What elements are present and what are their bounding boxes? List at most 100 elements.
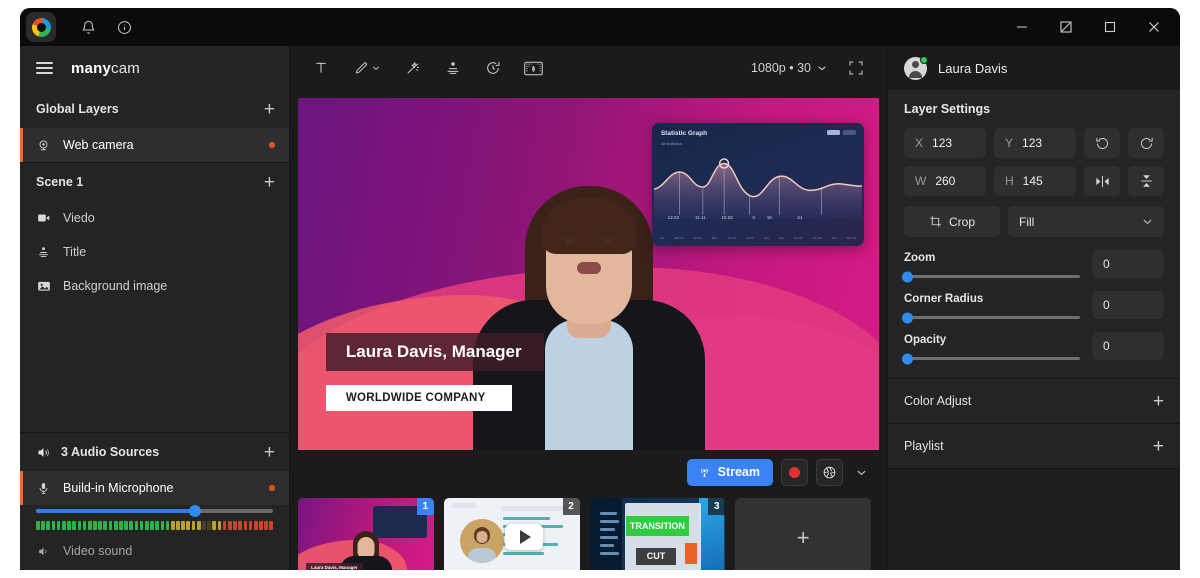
stream-button[interactable]: Stream (686, 458, 773, 486)
audio-source-label: Video sound (63, 544, 133, 558)
avatar[interactable] (904, 55, 928, 80)
fit-mode-value: Fill (1019, 214, 1035, 229)
crop-icon (930, 216, 941, 227)
h-label: H (1005, 174, 1014, 188)
add-scene-layer-button[interactable]: + (264, 173, 275, 192)
add-global-layer-button[interactable]: + (264, 100, 275, 119)
close-icon[interactable] (1132, 8, 1176, 46)
zoom-control: Zoom 0 (888, 237, 1180, 282)
maximize-icon[interactable] (1088, 8, 1132, 46)
graph-footer-label: May (711, 235, 718, 240)
corner-radius-label: Corner Radius (904, 293, 984, 305)
graph-x-label: 21 (797, 214, 803, 220)
brand-bold: many (71, 59, 111, 77)
title-icon (36, 246, 51, 259)
sidebar-item-title[interactable]: Title (20, 235, 289, 269)
fullscreen-icon[interactable] (839, 53, 873, 83)
width-input[interactable]: W 260 (904, 166, 986, 196)
chevron-down-icon (373, 66, 379, 70)
sidebar-item-background-image[interactable]: Background image (20, 269, 289, 303)
layers-sidebar: Global Layers + Web camera Scene 1 + Vie… (20, 90, 290, 570)
lower-third-tool-icon[interactable] (436, 53, 470, 83)
rotate-left-icon[interactable] (1084, 128, 1120, 158)
add-audio-source-button[interactable]: + (264, 443, 275, 462)
webcam-icon (36, 139, 51, 152)
play-icon (504, 523, 543, 550)
video-preview[interactable]: Statistic Graph All statistics 12.02 11.… (298, 98, 879, 450)
height-input[interactable]: H 145 (994, 166, 1076, 196)
graph-line-chart (653, 157, 862, 219)
add-playlist-button[interactable]: + (1153, 437, 1164, 456)
x-position-input[interactable]: X 123 (904, 128, 986, 158)
opacity-value-input[interactable]: 0 (1092, 332, 1164, 360)
brand-light: cam (111, 59, 140, 77)
scene-thumb-1[interactable]: Laura Davis, Manager 1 (298, 498, 434, 570)
effects-wand-icon[interactable] (396, 53, 430, 83)
opacity-slider[interactable] (902, 353, 1080, 364)
graph-footer-label: Jan (659, 235, 665, 240)
scene-header: Scene 1 + (20, 163, 289, 201)
chroma-key-tool-icon[interactable] (516, 53, 550, 83)
graph-x-label: 12.02 (667, 214, 680, 220)
audio-status-dot (269, 485, 275, 491)
minimize-icon[interactable] (1000, 8, 1044, 46)
audio-source-microphone[interactable]: Build-in Microphone (20, 471, 289, 505)
sidebar-item-video[interactable]: Viedo (20, 201, 289, 235)
opacity-control: Opacity 0 (888, 319, 1180, 364)
text-tool-icon[interactable] (304, 53, 338, 83)
preview-area: Statistic Graph All statistics 12.02 11.… (290, 90, 887, 570)
sidebar-item-label: Web camera (63, 138, 134, 152)
flip-vertical-icon[interactable] (1128, 166, 1164, 196)
corner-radius-slider[interactable] (902, 312, 1080, 323)
graph-x-label: 0 (752, 214, 755, 220)
audio-source-video-sound[interactable]: Video sound (20, 534, 289, 568)
color-adjust-label: Color Adjust (904, 394, 972, 408)
zoom-value-input[interactable]: 0 (1092, 250, 1164, 278)
speaker-icon (36, 445, 51, 460)
bell-icon[interactable] (70, 8, 106, 46)
scene-thumb-2[interactable]: 2 (443, 498, 580, 570)
lower-third-name: Laura Davis, Manager (325, 332, 544, 371)
add-scene-button[interactable]: + (735, 498, 871, 570)
playlist-section[interactable]: Playlist + (888, 424, 1180, 468)
rotate-right-icon[interactable] (1128, 128, 1164, 158)
fit-mode-select[interactable]: Fill (1008, 206, 1164, 237)
graph-footer-label: Aug (763, 235, 769, 240)
statistic-graph-overlay[interactable]: Statistic Graph All statistics 12.02 11.… (651, 122, 864, 246)
add-color-adjust-button[interactable]: + (1153, 392, 1164, 411)
graph-footer-label: Jul 01 (745, 235, 754, 240)
record-button[interactable] (781, 458, 808, 486)
w-value: 260 (935, 174, 956, 188)
stream-options-chevron-down-icon[interactable] (851, 459, 871, 486)
microphone-volume-slider[interactable] (20, 505, 289, 517)
stream-controls: Stream (290, 450, 887, 494)
preview-stage: Statistic Graph All statistics 12.02 11.… (290, 90, 887, 450)
scene-badge: 1 (416, 498, 434, 515)
scene3-transition-label: TRANSITION (626, 515, 689, 537)
timer-tool-icon[interactable] (476, 53, 510, 83)
hamburger-icon[interactable] (36, 62, 53, 74)
resolution-selector[interactable]: 1080p • 30 (745, 57, 833, 79)
graph-footer-label: Sep (778, 235, 784, 240)
flip-horizontal-icon[interactable] (1084, 166, 1120, 196)
corner-radius-value-input[interactable]: 0 (1092, 291, 1164, 319)
scene-thumb-3[interactable]: TRANSITION CUT 3 (589, 498, 726, 570)
graph-title: Statistic Graph (660, 129, 708, 137)
snapshot-button[interactable] (816, 458, 843, 486)
y-position-input[interactable]: Y 123 (994, 128, 1076, 158)
zoom-slider[interactable] (902, 271, 1080, 282)
graph-footer-label: Nov 08 (812, 235, 822, 240)
graph-footer-label: Apr 02 (693, 235, 702, 240)
sidebar-item-web-camera[interactable]: Web camera (20, 128, 289, 162)
manycam-logo-icon[interactable] (26, 12, 56, 42)
crop-button[interactable]: Crop (904, 206, 1000, 237)
opacity-label: Opacity (904, 334, 947, 346)
y-value: 123 (1022, 136, 1043, 150)
graph-footer-label: Oct 20 (794, 235, 803, 240)
color-adjust-section[interactable]: Color Adjust + (888, 379, 1180, 423)
draw-tool-icon[interactable] (344, 53, 390, 83)
graph-footer-label: Dec 30 (846, 235, 856, 240)
sidebar-item-label: Background image (63, 279, 168, 293)
info-icon[interactable] (106, 8, 142, 46)
pip-icon[interactable] (1044, 8, 1088, 46)
